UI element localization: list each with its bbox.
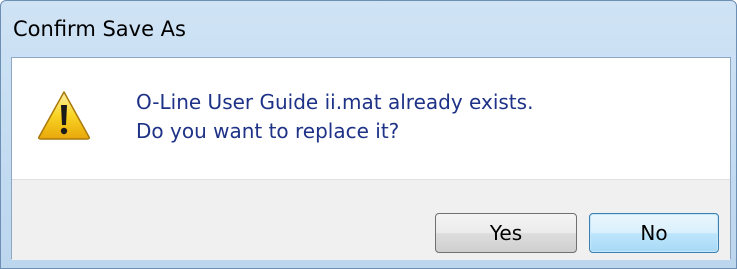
message-line-1: O-Line User Guide ii.mat already exists. [136, 90, 534, 114]
confirm-save-as-dialog: Confirm Save As O-Line User Guide ii.mat… [0, 0, 737, 269]
button-bar: Yes No [12, 179, 730, 260]
message-text: O-Line User Guide ii.mat already exists.… [136, 88, 533, 146]
no-button[interactable]: No [589, 213, 719, 253]
warning-icon [38, 91, 90, 140]
window-title: Confirm Save As [13, 17, 186, 41]
title-bar[interactable]: Confirm Save As [1, 1, 736, 57]
yes-button[interactable]: Yes [435, 213, 577, 253]
dialog-body: O-Line User Guide ii.mat already exists.… [11, 57, 731, 260]
message-area: O-Line User Guide ii.mat already exists.… [12, 58, 730, 179]
message-line-2: Do you want to replace it? [136, 119, 400, 143]
